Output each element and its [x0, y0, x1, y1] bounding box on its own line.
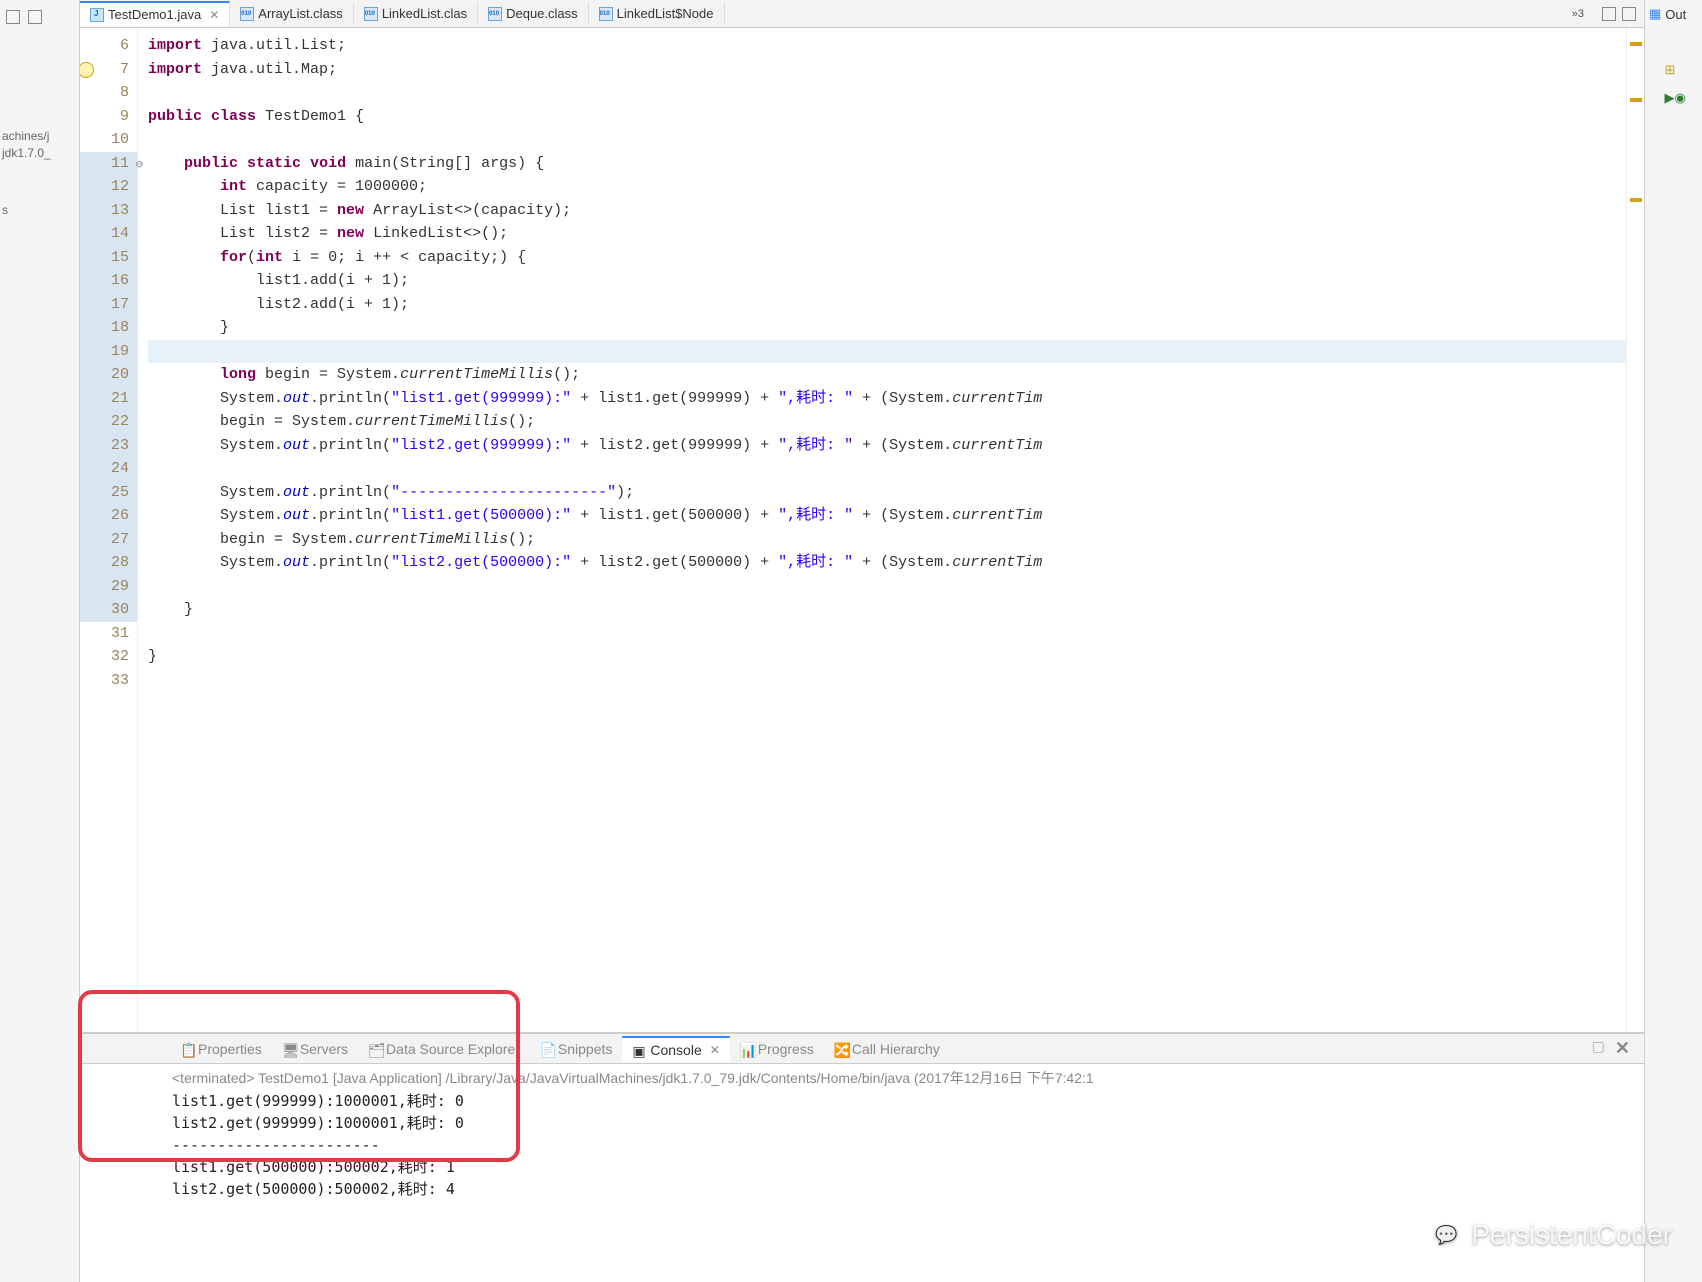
- bottom-right-controls: ▢ ✕: [1592, 1038, 1644, 1059]
- bottom-tab-bar: 📋 Properties 🖥 Servers 🗂 Data Source Explor…: [80, 1034, 1644, 1064]
- outline-icons: ⊞ ▶◉: [1649, 62, 1698, 108]
- properties-icon: 📋: [180, 1042, 194, 1056]
- ide-root: achines/j jdk1.7.0_ s TestDemo1.java ✕ A…: [0, 0, 1702, 1282]
- tab-deque[interactable]: Deque.class: [478, 2, 589, 25]
- grid-icon[interactable]: ⊞: [1665, 62, 1683, 80]
- tab-label: Call Hierarchy: [852, 1041, 940, 1057]
- editor[interactable]: 6789101112131415161718192021222324252627…: [80, 28, 1644, 1032]
- tab-label: Progress: [758, 1041, 814, 1057]
- warning-mark[interactable]: [1630, 98, 1642, 102]
- bottom-panel: 📋 Properties 🖥 Servers 🗂 Data Source Explor…: [80, 1032, 1644, 1282]
- tab-label: ArrayList.class: [258, 6, 343, 21]
- tab-arraylist[interactable]: ArrayList.class: [230, 2, 354, 25]
- close-icon[interactable]: ✕: [706, 1043, 720, 1057]
- tab-label: Deque.class: [506, 6, 578, 21]
- tab-snippets[interactable]: 📄 Snippets: [530, 1037, 622, 1061]
- path-line: achines/j: [2, 128, 79, 145]
- class-file-icon: [240, 7, 254, 21]
- line-gutter: 6789101112131415161718192021222324252627…: [80, 28, 138, 1032]
- maximize-icon[interactable]: [28, 10, 42, 24]
- class-file-icon: [488, 7, 502, 21]
- label-text: Out: [1665, 7, 1686, 22]
- class-file-icon: [364, 7, 378, 21]
- class-file-icon: [599, 7, 613, 21]
- tab-linkedlist[interactable]: LinkedList.clas: [354, 2, 478, 25]
- tab-label: LinkedList.clas: [382, 6, 467, 21]
- outline-icon: ▦: [1649, 6, 1661, 22]
- tab-overflow[interactable]: »3: [1562, 4, 1594, 24]
- datasource-icon: 🗂: [368, 1042, 382, 1056]
- path-line: jdk1.7.0_: [2, 145, 79, 162]
- snippets-icon: 📄: [540, 1042, 554, 1056]
- console-output[interactable]: list1.get(999999):1000001,耗时: 0 list2.ge…: [80, 1090, 1644, 1210]
- stop-icon[interactable]: ▢: [1592, 1038, 1605, 1059]
- run-icon[interactable]: ▶◉: [1665, 90, 1683, 108]
- warning-mark[interactable]: [1630, 198, 1642, 202]
- tab-label: TestDemo1.java: [108, 7, 201, 22]
- watermark-text: PersistentCoder: [1471, 1219, 1672, 1251]
- tab-datasource[interactable]: 🗂 Data Source Explorer: [358, 1037, 530, 1061]
- warning-mark[interactable]: [1630, 42, 1642, 46]
- left-path-fragment: achines/j jdk1.7.0_ s: [0, 28, 79, 218]
- right-sidebar: ▦ Out ⊞ ▶◉: [1644, 0, 1702, 1282]
- outline-view-label[interactable]: ▦ Out: [1649, 6, 1698, 22]
- minimize-panel-icon[interactable]: [1602, 7, 1616, 21]
- tab-properties[interactable]: 📋 Properties: [170, 1037, 272, 1061]
- hierarchy-icon: 🔀: [834, 1042, 848, 1056]
- close-icon[interactable]: ✕: [205, 8, 219, 22]
- maximize-panel-icon[interactable]: [1622, 7, 1636, 21]
- tab-label: LinkedList$Node: [617, 6, 714, 21]
- tab-testdemo1[interactable]: TestDemo1.java ✕: [80, 1, 230, 26]
- minimize-icon[interactable]: [6, 10, 20, 24]
- code-area[interactable]: import java.util.List;import java.util.M…: [138, 28, 1626, 1032]
- tab-label: Console: [650, 1042, 701, 1058]
- tab-right-controls: [1594, 7, 1644, 21]
- tab-label: Properties: [198, 1041, 262, 1057]
- editor-tab-bar: TestDemo1.java ✕ ArrayList.class LinkedL…: [80, 0, 1644, 28]
- left-toolbar: [0, 6, 79, 28]
- left-sidebar: achines/j jdk1.7.0_ s: [0, 0, 80, 1282]
- progress-icon: 📊: [740, 1042, 754, 1056]
- servers-icon: 🖥: [282, 1042, 296, 1056]
- tab-label: Data Source Explorer: [386, 1041, 520, 1057]
- tab-progress[interactable]: 📊 Progress: [730, 1037, 824, 1061]
- tab-label: Snippets: [558, 1041, 612, 1057]
- watermark-icon: 💬: [1429, 1218, 1463, 1252]
- close-panel-icon[interactable]: ✕: [1615, 1038, 1630, 1059]
- tab-label: Servers: [300, 1041, 348, 1057]
- tab-servers[interactable]: 🖥 Servers: [272, 1037, 358, 1061]
- console-icon: ▣: [632, 1043, 646, 1057]
- tab-console[interactable]: ▣ Console ✕: [622, 1036, 729, 1062]
- main-area: TestDemo1.java ✕ ArrayList.class LinkedL…: [80, 0, 1644, 1282]
- console-header: <terminated> TestDemo1 [Java Application…: [80, 1064, 1644, 1090]
- watermark: 💬 PersistentCoder: [1429, 1218, 1672, 1252]
- tab-linkedlist-node[interactable]: LinkedList$Node: [589, 2, 725, 25]
- overview-ruler[interactable]: [1626, 28, 1644, 1032]
- tab-callhierarchy[interactable]: 🔀 Call Hierarchy: [824, 1037, 950, 1061]
- java-file-icon: [90, 8, 104, 22]
